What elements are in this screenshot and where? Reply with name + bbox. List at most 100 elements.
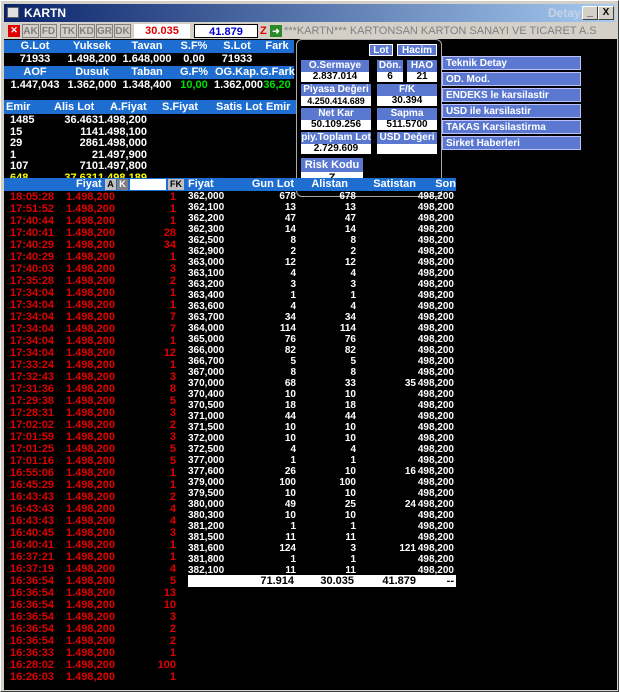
stats_row1-header-0: G.Lot bbox=[20, 40, 50, 52]
trade-price: 1.498,200 bbox=[66, 395, 115, 407]
fk-value: 30.394 bbox=[377, 96, 437, 106]
trade-price: 1.498,200 bbox=[66, 491, 115, 503]
stats_row2-value-1: 1.362,000 bbox=[67, 79, 117, 91]
trade-row: 17:34:04 1.498,200 1 bbox=[8, 299, 185, 311]
trade-price: 1.498,200 bbox=[66, 287, 115, 299]
trade-time: 17:01:16 bbox=[10, 455, 55, 467]
trade-lot: 1 bbox=[169, 215, 176, 227]
close-button[interactable]: X bbox=[598, 6, 614, 20]
trade-lot: 1 bbox=[169, 647, 176, 659]
stats_row2-header-0: AOF bbox=[23, 66, 47, 78]
trade-lot: 7 bbox=[169, 323, 176, 335]
order-emir: 107 bbox=[10, 160, 29, 172]
trade-price: 1.498,200 bbox=[66, 455, 115, 467]
trade-row: 17:40:29 1.498,200 1 bbox=[8, 251, 185, 263]
trade-price: 1.498,200 bbox=[66, 191, 115, 203]
trade-lot: 5 bbox=[169, 455, 176, 467]
trade-time: 16:55:06 bbox=[10, 467, 55, 479]
trade-price: 1.498,200 bbox=[66, 299, 115, 311]
menu-item-5[interactable]: Sirket Haberleri bbox=[442, 136, 581, 150]
trade-price: 1.498,200 bbox=[66, 599, 115, 611]
order-emir: 1485 bbox=[10, 114, 35, 126]
toolbar: ✕ AK FD TK KD GR DK 30.035 41.879 Z ➜ ***KART… bbox=[4, 23, 617, 39]
trade-lot: 2 bbox=[169, 275, 176, 287]
filter-field[interactable] bbox=[130, 179, 166, 190]
trade-lot: 100 bbox=[157, 659, 176, 671]
trade-price: 1.498,200 bbox=[66, 527, 115, 539]
minimize-button[interactable]: _ bbox=[582, 6, 598, 20]
trade-time: 17:35:28 bbox=[10, 275, 55, 287]
k-button[interactable]: K bbox=[117, 179, 128, 190]
trade-price: 1.498,200 bbox=[66, 503, 115, 515]
stats_row1-header-1: Yuksek bbox=[73, 40, 111, 52]
trade-lot: 28 bbox=[163, 227, 176, 239]
stats_row2-header-4: OG.Kap. bbox=[214, 66, 259, 78]
stats_row1-value-0: 71933 bbox=[19, 53, 51, 65]
depth-header-1: Gun Lot bbox=[251, 178, 294, 190]
trade-time: 16:37:19 bbox=[10, 563, 55, 575]
menu-item-1[interactable]: OD. Mod. bbox=[442, 72, 581, 86]
toolbar-button-kd[interactable]: KD bbox=[78, 24, 95, 38]
trade-lot: 1 bbox=[169, 539, 176, 551]
trade-lot: 3 bbox=[169, 263, 176, 275]
stats_row2-header-5: G.Fark bbox=[260, 66, 295, 78]
trade-lot: 1 bbox=[169, 671, 176, 683]
menu-item-3[interactable]: USD ile karsilastir bbox=[442, 104, 581, 118]
lot-button[interactable]: Lot bbox=[369, 44, 393, 56]
trade-row: 16:36:54 1.498,200 13 bbox=[8, 587, 185, 599]
trade-row: 16:26:03 1.498,200 1 bbox=[8, 671, 185, 683]
menu-item-2[interactable]: ENDEKS le karsilastir bbox=[442, 88, 581, 102]
close-red-icon[interactable]: ✕ bbox=[8, 25, 20, 37]
trade-lot: 3 bbox=[169, 527, 176, 539]
stats_row2-value-4: 1.362,000 bbox=[214, 79, 263, 91]
detay-label: Detay bbox=[548, 6, 581, 20]
hacim-button[interactable]: Hacim bbox=[397, 44, 437, 56]
toolbar-button-gr[interactable]: GR bbox=[96, 24, 113, 38]
trade-time: 16:36:54 bbox=[10, 599, 55, 611]
trade-price: 1.498,200 bbox=[66, 335, 115, 347]
title-bar[interactable]: KARTN Detay _ X bbox=[4, 4, 615, 22]
trade-lot: 34 bbox=[163, 239, 176, 251]
trade-lot: 1 bbox=[169, 203, 176, 215]
order-row: 107 710 1.497,800 bbox=[8, 160, 298, 172]
trade-lot: 1 bbox=[169, 299, 176, 311]
toolbar-button-fd[interactable]: FD bbox=[40, 24, 57, 38]
trade-lot: 2 bbox=[169, 623, 176, 635]
order-emir: 15 bbox=[10, 125, 23, 138]
trade-price: 1.498,200 bbox=[66, 551, 115, 563]
fk-button[interactable]: FK bbox=[168, 179, 184, 190]
trade-price: 1.498,200 bbox=[66, 587, 115, 599]
trade-time: 17:28:31 bbox=[10, 407, 55, 419]
piyasa-value: 4.250.414.689 bbox=[301, 96, 371, 106]
stats_row1-value-3: 0,00 bbox=[183, 53, 205, 65]
stats_row2-header-3: G.F% bbox=[179, 66, 209, 78]
trade-price: 1.498,200 bbox=[66, 323, 115, 335]
trade-price: 1.498,200 bbox=[66, 215, 115, 227]
trade-lot: 12 bbox=[163, 347, 176, 359]
trade-price: 1.498,200 bbox=[66, 275, 115, 287]
trade-price: 1.498,200 bbox=[66, 623, 115, 635]
trade-time: 16:43:43 bbox=[10, 515, 55, 527]
stats_row1-value-1: 1.498,200 bbox=[67, 53, 117, 65]
trade-price: 1.498,200 bbox=[66, 359, 115, 371]
trade-lot: 10 bbox=[163, 599, 176, 611]
menu-item-0[interactable]: Teknik Detay bbox=[442, 56, 581, 70]
client-area: ✕ AK FD TK KD GR DK 30.035 41.879 Z ➜ ***KART… bbox=[4, 23, 617, 690]
a-button[interactable]: A bbox=[105, 179, 116, 190]
trade-price: 1.498,200 bbox=[66, 431, 115, 443]
arrow-right-icon[interactable]: ➜ bbox=[270, 25, 282, 37]
orders-header-3: S.Fiyat bbox=[162, 101, 199, 113]
trade-row: 17:01:16 1.498,200 5 bbox=[8, 455, 185, 467]
company-name: ***KARTN*** KARTONSAN KARTON SANAYI VE T… bbox=[284, 25, 597, 37]
trade-lot: 3 bbox=[169, 431, 176, 443]
trade-time: 16:45:29 bbox=[10, 479, 55, 491]
toolbar-button-dk[interactable]: DK bbox=[114, 24, 131, 38]
toolbar-button-tk[interactable]: TK bbox=[60, 24, 77, 38]
depth-total-2: 41.879 bbox=[382, 575, 416, 587]
trade-time: 17:32:43 bbox=[10, 371, 55, 383]
order-alis-lot: 710 bbox=[79, 160, 98, 172]
toolbar-button-ak[interactable]: AK bbox=[22, 24, 39, 38]
trade-lot: 3 bbox=[169, 371, 176, 383]
menu-item-4[interactable]: TAKAS Karsilastirma bbox=[442, 120, 581, 134]
trade-time: 16:43:43 bbox=[10, 503, 55, 515]
